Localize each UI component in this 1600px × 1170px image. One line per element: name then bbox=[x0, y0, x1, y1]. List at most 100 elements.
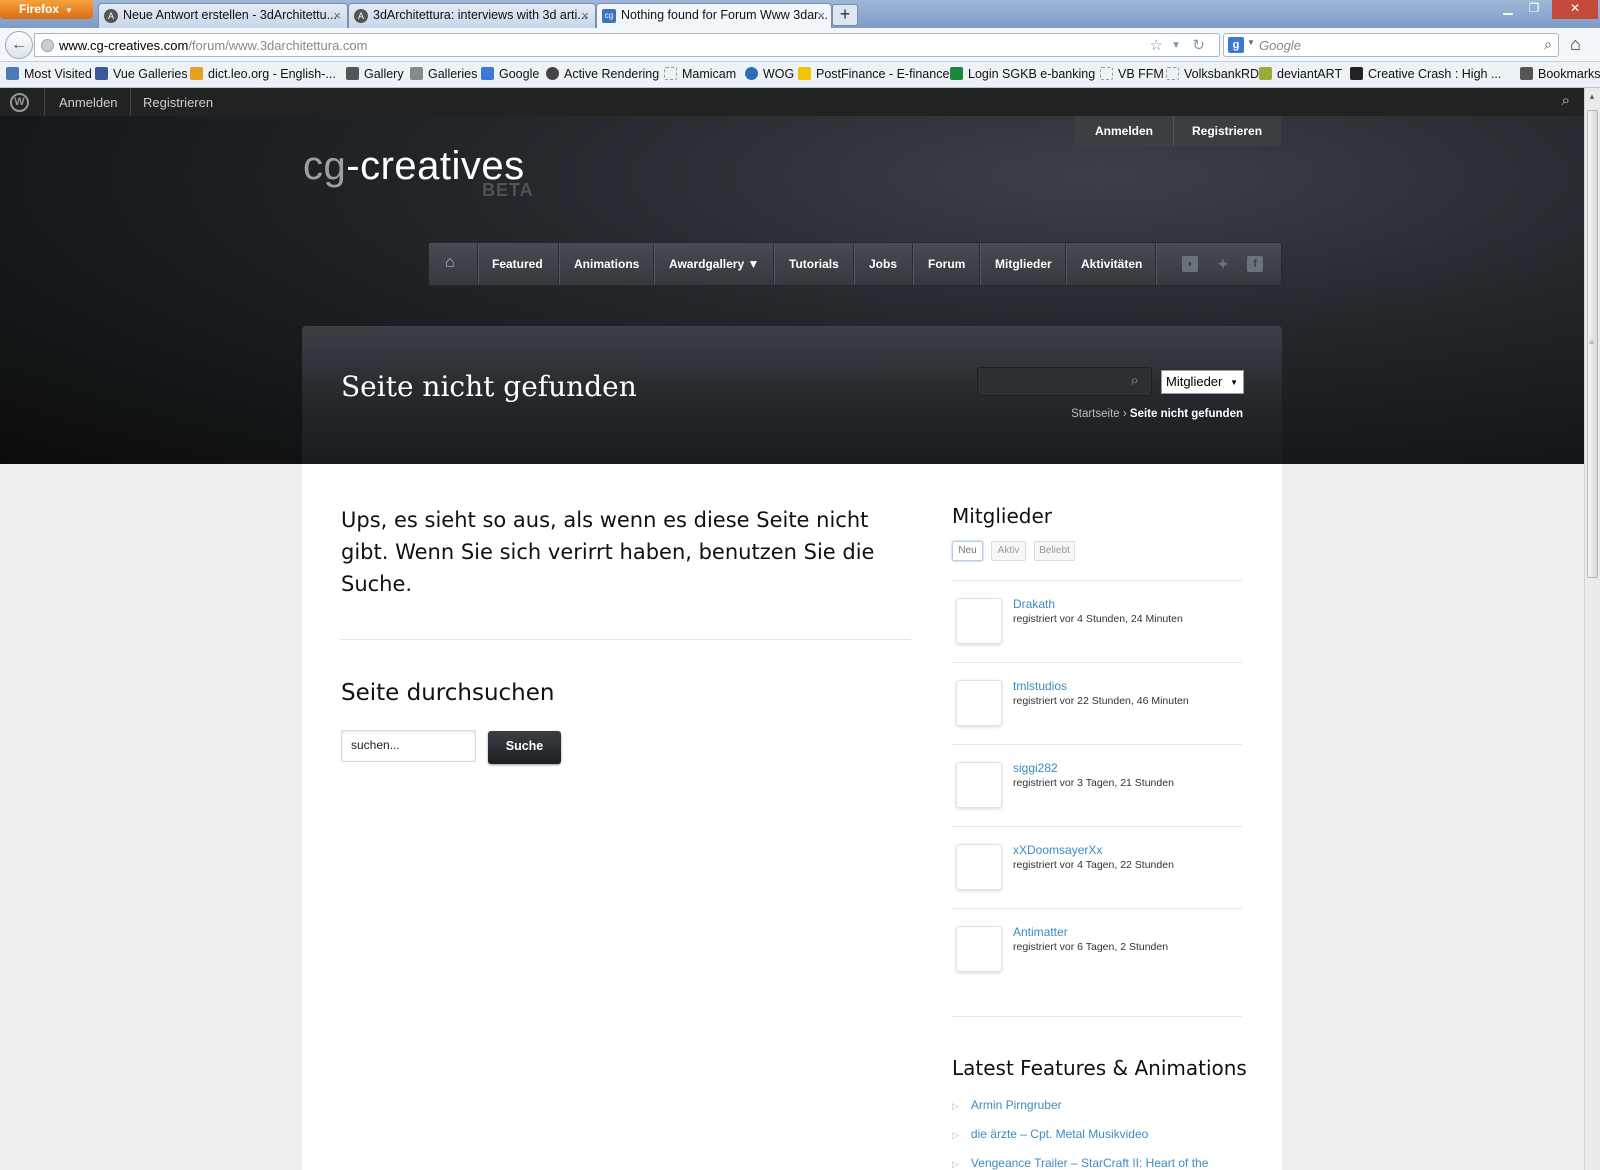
breadcrumb-home-link[interactable]: Startseite bbox=[1071, 408, 1120, 420]
globe-icon bbox=[41, 39, 54, 52]
bookmark-creative-crash[interactable]: Creative Crash : High ... bbox=[1350, 67, 1501, 81]
divider bbox=[1065, 243, 1066, 285]
star-icon[interactable]: ☆ bbox=[1150, 36, 1163, 54]
bookmark-google[interactable]: Google bbox=[481, 67, 539, 81]
filter-active[interactable]: Aktiv bbox=[991, 541, 1026, 561]
tab-nothing-found[interactable]: cg Nothing found for Forum Www 3dar... × bbox=[596, 3, 832, 28]
search-icon[interactable]: ⌕ bbox=[1131, 372, 1139, 389]
member-row: tmlstudios registriert vor 22 Stunden, 4… bbox=[952, 662, 1242, 744]
member-name-link[interactable]: siggi282 bbox=[1013, 761, 1058, 775]
tab-3darchitettura[interactable]: A 3dArchitettura: interviews with 3d art… bbox=[348, 3, 596, 28]
site-search-input[interactable]: suchen... bbox=[341, 730, 476, 762]
member-row: xXDoomsayerXx registriert vor 4 Tagen, 2… bbox=[952, 826, 1242, 908]
wordpress-icon[interactable]: W bbox=[10, 93, 29, 112]
divider bbox=[979, 243, 980, 285]
minimize-icon[interactable]: ▁ bbox=[1494, 0, 1522, 19]
bookmark-most-visited[interactable]: Most Visited bbox=[6, 67, 92, 81]
divider bbox=[1155, 243, 1156, 285]
nav-animations[interactable]: Animations bbox=[574, 257, 639, 271]
chevron-down-icon[interactable]: ▼ bbox=[1171, 40, 1181, 51]
rss-icon[interactable]: ◗ bbox=[1182, 256, 1198, 272]
restore-icon[interactable]: ❐ bbox=[1520, 0, 1548, 19]
url-bar[interactable]: www.cg-creatives.com/forum/www.3darchite… bbox=[34, 33, 1220, 57]
search-scope-select[interactable]: Mitglieder ▼ bbox=[1161, 370, 1244, 394]
nav-forum[interactable]: Forum bbox=[928, 257, 965, 271]
search-icon[interactable]: ⌕ bbox=[1562, 92, 1570, 109]
home-icon[interactable]: ⌂ bbox=[445, 254, 455, 272]
new-tab-button[interactable]: + bbox=[832, 4, 858, 26]
filter-popular[interactable]: Beliebt bbox=[1034, 541, 1075, 561]
bookmark-active-rendering[interactable]: Active Rendering bbox=[546, 67, 659, 81]
close-icon[interactable]: × bbox=[817, 4, 825, 27]
member-name-link[interactable]: xXDoomsayerXx bbox=[1013, 843, 1102, 857]
grip-icon: ≡ bbox=[1589, 338, 1594, 347]
firefox-menu-button[interactable]: Firefox ▼ bbox=[0, 0, 93, 19]
header-login-button[interactable]: Anmelden bbox=[1095, 124, 1153, 138]
header-account-links: Anmelden Registrieren bbox=[1075, 116, 1281, 146]
bookmark-sgkb[interactable]: Login SGKB e-banking bbox=[950, 67, 1095, 81]
scroll-up-icon[interactable]: ▲ bbox=[1588, 92, 1596, 101]
divider bbox=[130, 88, 131, 116]
reload-icon[interactable]: ↻ bbox=[1192, 36, 1205, 54]
bookmark-vb-ffm[interactable]: VB FFM bbox=[1100, 67, 1164, 81]
facebook-icon bbox=[95, 67, 108, 80]
google-icon[interactable]: g bbox=[1228, 37, 1244, 53]
twitter-icon[interactable]: ✦ bbox=[1215, 256, 1231, 272]
nav-mitglieder[interactable]: Mitglieder bbox=[995, 257, 1052, 271]
breadcrumb: Startseite › Seite nicht gefunden bbox=[1071, 408, 1243, 420]
tab-neue-antwort[interactable]: A Neue Antwort erstellen - 3dArchitettu.… bbox=[98, 3, 348, 28]
latest-item-link[interactable]: ▷ die ärzte – Cpt. Metal Musikvideo bbox=[952, 1127, 1148, 1141]
bookmark-dict-leo[interactable]: dict.leo.org - English-... bbox=[190, 67, 336, 81]
bookmark-vue-galleries[interactable]: Vue Galleries bbox=[95, 67, 188, 81]
page-scrollbar[interactable]: ▲ ≡ bbox=[1584, 88, 1600, 1170]
browser-search-bar[interactable]: g ▼ Google ⌕ bbox=[1223, 33, 1559, 57]
chevron-right-icon: ▷ bbox=[952, 1130, 959, 1140]
nav-tutorials[interactable]: Tutorials bbox=[789, 257, 839, 271]
member-name-link[interactable]: Antimatter bbox=[1013, 925, 1068, 939]
nav-aktivitaeten[interactable]: Aktivitäten bbox=[1081, 257, 1142, 271]
bookmark-deviantart[interactable]: deviantART bbox=[1259, 67, 1342, 81]
avatar[interactable] bbox=[956, 762, 1002, 808]
window-close-icon[interactable]: ✕ bbox=[1552, 0, 1598, 19]
search-button[interactable]: Suche bbox=[488, 731, 561, 764]
page-icon bbox=[1100, 67, 1113, 80]
home-icon[interactable]: ⌂ bbox=[1570, 34, 1581, 55]
bookmark-mamicam[interactable]: Mamicam bbox=[664, 67, 736, 81]
adminbar-login-link[interactable]: Anmelden bbox=[59, 95, 118, 110]
avatar[interactable] bbox=[956, 598, 1002, 644]
nav-awardgallery[interactable]: Awardgallery ▼ bbox=[669, 257, 759, 271]
close-icon[interactable]: × bbox=[333, 4, 341, 27]
back-button[interactable]: ← bbox=[5, 31, 33, 59]
bookmark-galleries[interactable]: Galleries bbox=[410, 67, 477, 81]
member-name-link[interactable]: Drakath bbox=[1013, 597, 1055, 611]
header-register-button[interactable]: Registrieren bbox=[1192, 124, 1262, 138]
nav-featured[interactable]: Featured bbox=[492, 257, 543, 271]
member-row: siggi282 registriert vor 3 Tagen, 21 Stu… bbox=[952, 744, 1242, 826]
site-favicon-icon: A bbox=[104, 9, 118, 23]
browser-navigation-bar: ← www.cg-creatives.com/forum/www.3darchi… bbox=[0, 28, 1600, 62]
bookmark-gallery[interactable]: Gallery bbox=[346, 67, 404, 81]
adminbar-register-link[interactable]: Registrieren bbox=[143, 95, 213, 110]
bookmarks-menu[interactable]: Bookmarks bbox=[1520, 67, 1600, 81]
divider bbox=[952, 1016, 1242, 1017]
member-name-link[interactable]: tmlstudios bbox=[1013, 679, 1067, 693]
close-icon[interactable]: × bbox=[581, 4, 589, 27]
bookmark-wog[interactable]: WOG bbox=[745, 67, 794, 81]
avatar[interactable] bbox=[956, 680, 1002, 726]
bookmark-postfinance[interactable]: PostFinance - E-finance bbox=[798, 67, 949, 81]
bookmark-volksbankrd[interactable]: VolksbankRD bbox=[1166, 67, 1259, 81]
facebook-icon[interactable]: f bbox=[1247, 256, 1263, 272]
nav-jobs[interactable]: Jobs bbox=[869, 257, 897, 271]
filter-new[interactable]: Neu bbox=[952, 541, 983, 561]
latest-item-link[interactable]: ▷ Vengeance Trailer – StarCraft II: Heart… bbox=[952, 1156, 1208, 1170]
member-row: Antimatter registriert vor 6 Tagen, 2 St… bbox=[952, 908, 1242, 990]
star-icon bbox=[1520, 67, 1533, 80]
search-heading: Seite durchsuchen bbox=[341, 680, 555, 706]
avatar[interactable] bbox=[956, 926, 1002, 972]
avatar[interactable] bbox=[956, 844, 1002, 890]
latest-item-link[interactable]: ▷ Armin Pirngruber bbox=[952, 1098, 1062, 1112]
header-search-input[interactable]: ⌕ bbox=[977, 367, 1152, 396]
chevron-down-icon: ▼ bbox=[65, 6, 73, 15]
logo-beta-label: BETA bbox=[482, 180, 534, 200]
search-icon[interactable]: ⌕ bbox=[1544, 36, 1552, 53]
